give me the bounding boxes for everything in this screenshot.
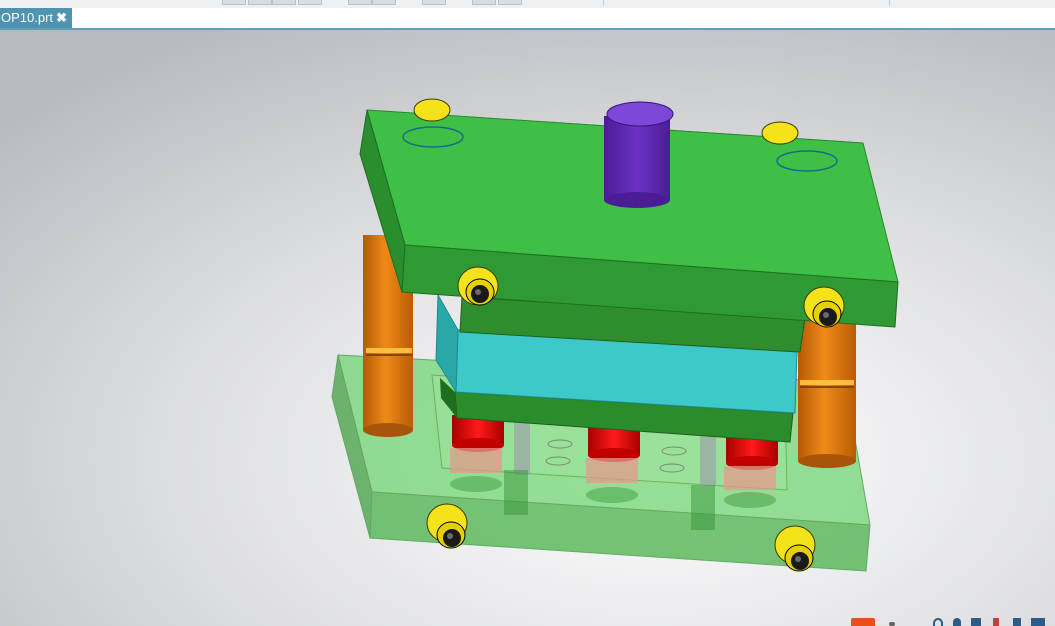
toolbar-button[interactable] [498, 0, 522, 5]
toolbar-button[interactable] [272, 0, 296, 5]
dot-icon[interactable] [889, 622, 895, 626]
user-icon[interactable] [953, 618, 961, 626]
toolbar-button[interactable] [372, 0, 396, 5]
guide-post-right[interactable] [798, 313, 856, 468]
status-tray [845, 616, 1055, 626]
toolbar-button[interactable] [222, 0, 246, 5]
check-icon[interactable] [1013, 618, 1021, 626]
help-icon[interactable] [933, 618, 943, 626]
toolbar-button[interactable] [348, 0, 372, 5]
toolbar-button[interactable] [422, 0, 446, 5]
3d-graphics-viewport[interactable] [0, 30, 1055, 626]
bushing-top-left[interactable] [413, 98, 451, 122]
toolbar-divider [603, 0, 604, 6]
document-tab-bar: OP10.prt ✖ [0, 8, 1055, 30]
toolbar-button[interactable] [248, 0, 272, 5]
punch-shank[interactable] [604, 101, 674, 208]
close-icon[interactable]: ✖ [56, 8, 67, 28]
toolbar-divider [889, 0, 890, 6]
red-punch[interactable] [450, 415, 504, 492]
viewport-canvas [0, 30, 1055, 626]
bushing-top-right[interactable] [761, 121, 799, 145]
document-tab-label: OP10.prt [1, 10, 54, 25]
toolbar-button[interactable] [472, 0, 496, 5]
red-punch[interactable] [724, 435, 778, 508]
document-tab-op10[interactable]: OP10.prt ✖ [0, 8, 72, 28]
app-logo-icon[interactable] [851, 618, 875, 626]
screw-head[interactable] [457, 266, 499, 306]
close-icon[interactable] [1031, 618, 1045, 626]
red-punch[interactable] [586, 425, 640, 503]
toolbar-button[interactable] [298, 0, 322, 5]
pen-icon[interactable] [993, 618, 999, 626]
grid-icon[interactable] [971, 618, 981, 626]
